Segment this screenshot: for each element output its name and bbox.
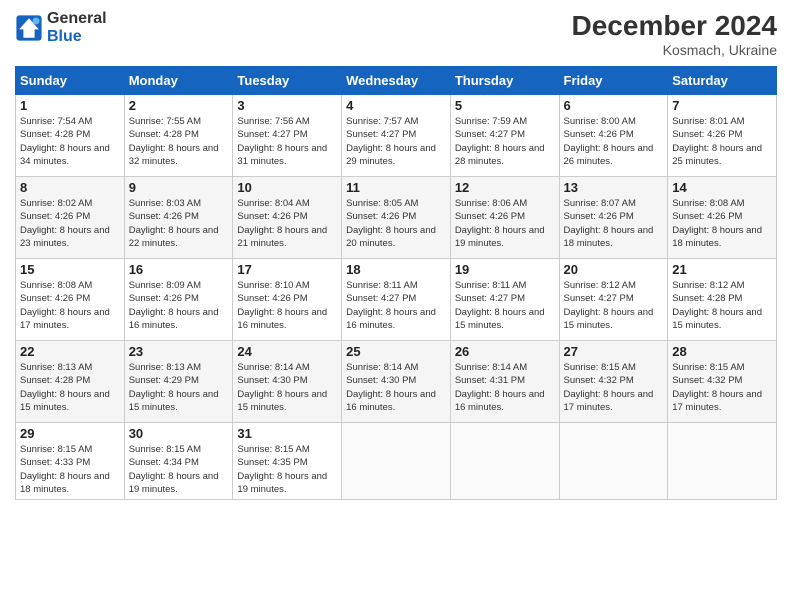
col-friday: Friday [559,67,668,95]
week-row-5: 29 Sunrise: 8:15 AMSunset: 4:33 PMDaylig… [16,423,777,500]
logo-text: General Blue [47,10,107,45]
table-row-empty [450,423,559,500]
table-row-empty [559,423,668,500]
table-row: 8 Sunrise: 8:02 AMSunset: 4:26 PMDayligh… [16,177,125,259]
main-container: General Blue December 2024 Kosmach, Ukra… [0,0,792,505]
table-row: 22 Sunrise: 8:13 AMSunset: 4:28 PMDaylig… [16,341,125,423]
table-row: 17 Sunrise: 8:10 AMSunset: 4:26 PMDaylig… [233,259,342,341]
table-row: 27 Sunrise: 8:15 AMSunset: 4:32 PMDaylig… [559,341,668,423]
col-monday: Monday [124,67,233,95]
table-row: 2 Sunrise: 7:55 AMSunset: 4:28 PMDayligh… [124,95,233,177]
week-row-3: 15 Sunrise: 8:08 AMSunset: 4:26 PMDaylig… [16,259,777,341]
table-row: 11 Sunrise: 8:05 AMSunset: 4:26 PMDaylig… [342,177,451,259]
table-row: 13 Sunrise: 8:07 AMSunset: 4:26 PMDaylig… [559,177,668,259]
table-row: 26 Sunrise: 8:14 AMSunset: 4:31 PMDaylig… [450,341,559,423]
title-block: December 2024 Kosmach, Ukraine [572,10,777,58]
col-thursday: Thursday [450,67,559,95]
table-row-empty [342,423,451,500]
page-subtitle: Kosmach, Ukraine [572,42,777,58]
week-row-2: 8 Sunrise: 8:02 AMSunset: 4:26 PMDayligh… [16,177,777,259]
table-row: 30 Sunrise: 8:15 AMSunset: 4:34 PMDaylig… [124,423,233,500]
table-row: 19 Sunrise: 8:11 AMSunset: 4:27 PMDaylig… [450,259,559,341]
table-row: 18 Sunrise: 8:11 AMSunset: 4:27 PMDaylig… [342,259,451,341]
table-row: 20 Sunrise: 8:12 AMSunset: 4:27 PMDaylig… [559,259,668,341]
week-row-1: 1 Sunrise: 7:54 AMSunset: 4:28 PMDayligh… [16,95,777,177]
header: General Blue December 2024 Kosmach, Ukra… [15,10,777,58]
table-row: 10 Sunrise: 8:04 AMSunset: 4:26 PMDaylig… [233,177,342,259]
page-title: December 2024 [572,10,777,42]
table-row: 23 Sunrise: 8:13 AMSunset: 4:29 PMDaylig… [124,341,233,423]
table-row: 31 Sunrise: 8:15 AMSunset: 4:35 PMDaylig… [233,423,342,500]
table-row-empty [668,423,777,500]
table-row: 15 Sunrise: 8:08 AMSunset: 4:26 PMDaylig… [16,259,125,341]
table-row: 21 Sunrise: 8:12 AMSunset: 4:28 PMDaylig… [668,259,777,341]
table-row: 3 Sunrise: 7:56 AMSunset: 4:27 PMDayligh… [233,95,342,177]
table-row: 25 Sunrise: 8:14 AMSunset: 4:30 PMDaylig… [342,341,451,423]
calendar-header-row: Sunday Monday Tuesday Wednesday Thursday… [16,67,777,95]
table-row: 14 Sunrise: 8:08 AMSunset: 4:26 PMDaylig… [668,177,777,259]
col-tuesday: Tuesday [233,67,342,95]
table-row: 4 Sunrise: 7:57 AMSunset: 4:27 PMDayligh… [342,95,451,177]
table-row: 12 Sunrise: 8:06 AMSunset: 4:26 PMDaylig… [450,177,559,259]
table-row: 7 Sunrise: 8:01 AMSunset: 4:26 PMDayligh… [668,95,777,177]
table-row: 9 Sunrise: 8:03 AMSunset: 4:26 PMDayligh… [124,177,233,259]
table-row: 16 Sunrise: 8:09 AMSunset: 4:26 PMDaylig… [124,259,233,341]
col-sunday: Sunday [16,67,125,95]
col-saturday: Saturday [668,67,777,95]
logo-icon [15,14,43,42]
week-row-4: 22 Sunrise: 8:13 AMSunset: 4:28 PMDaylig… [16,341,777,423]
calendar-table: Sunday Monday Tuesday Wednesday Thursday… [15,66,777,500]
table-row: 29 Sunrise: 8:15 AMSunset: 4:33 PMDaylig… [16,423,125,500]
table-row: 1 Sunrise: 7:54 AMSunset: 4:28 PMDayligh… [16,95,125,177]
logo: General Blue [15,10,107,45]
table-row: 28 Sunrise: 8:15 AMSunset: 4:32 PMDaylig… [668,341,777,423]
table-row: 5 Sunrise: 7:59 AMSunset: 4:27 PMDayligh… [450,95,559,177]
table-row: 6 Sunrise: 8:00 AMSunset: 4:26 PMDayligh… [559,95,668,177]
table-row: 24 Sunrise: 8:14 AMSunset: 4:30 PMDaylig… [233,341,342,423]
col-wednesday: Wednesday [342,67,451,95]
